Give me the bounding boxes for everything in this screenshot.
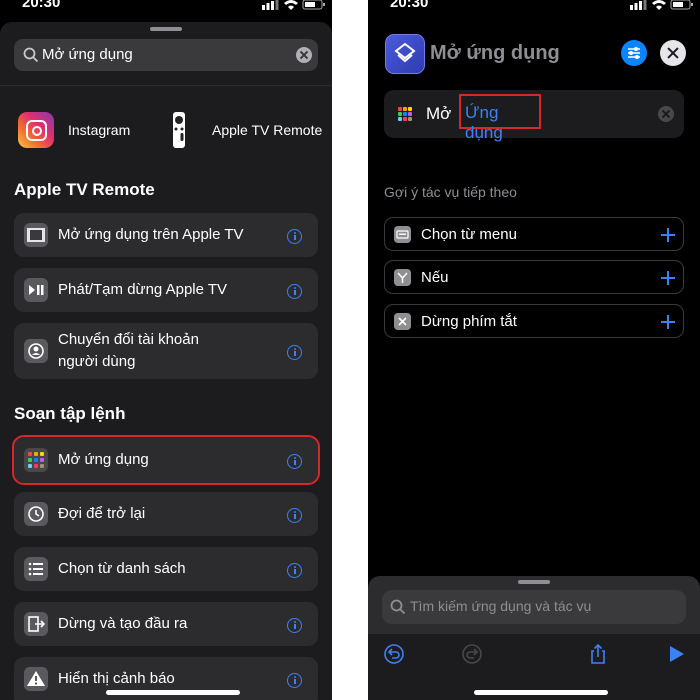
suggestion-label: Dừng phím tắt xyxy=(421,313,517,330)
redo-icon[interactable] xyxy=(460,642,484,666)
action-label: Mở ứng dụng xyxy=(58,451,149,468)
action-label-line2: người dùng xyxy=(58,353,136,370)
tv-screen-icon xyxy=(24,223,48,247)
info-icon[interactable] xyxy=(287,673,302,688)
search-placeholder[interactable]: Tìm kiếm ứng dụng và tác vụ xyxy=(410,598,591,614)
clear-search-icon[interactable] xyxy=(296,47,312,63)
remove-action-icon[interactable] xyxy=(658,106,674,122)
search-field[interactable]: Mở ứng dụng xyxy=(14,39,318,71)
action-label: Chọn từ danh sách xyxy=(58,560,186,577)
app-parameter-label[interactable]: Ứng dụng xyxy=(465,103,539,143)
search-icon xyxy=(23,47,39,63)
warning-icon xyxy=(24,667,48,691)
status-icons xyxy=(630,0,693,10)
info-icon[interactable] xyxy=(287,284,302,299)
left-screen: 20:30 Mở ứng dụng Instagram Apple TV Rem… xyxy=(0,0,332,700)
instagram-icon[interactable] xyxy=(18,112,54,148)
apple-tv-remote-icon[interactable] xyxy=(171,112,187,148)
undo-icon[interactable] xyxy=(382,642,406,666)
sheet-grabber[interactable] xyxy=(150,27,182,31)
suggestion-choose-from-menu[interactable]: Chọn từ menu xyxy=(384,217,684,251)
suggestion-if[interactable]: Nếu xyxy=(384,260,684,294)
user-switch-icon xyxy=(24,339,48,363)
info-icon[interactable] xyxy=(287,345,302,360)
shortcut-icon[interactable] xyxy=(385,34,425,74)
action-choose-from-list[interactable]: Chọn từ danh sách xyxy=(14,547,318,591)
add-icon[interactable] xyxy=(661,228,675,242)
home-indicator[interactable] xyxy=(474,690,608,695)
wait-clock-icon xyxy=(24,502,48,526)
open-app-action-block[interactable]: Mở Ứng dụng xyxy=(384,90,684,142)
search-icon xyxy=(390,599,406,615)
stop-x-icon xyxy=(394,313,411,330)
app-parameter[interactable]: Ứng dụng xyxy=(459,94,541,142)
info-icon[interactable] xyxy=(287,508,302,523)
panel-grabber[interactable] xyxy=(518,580,550,584)
info-icon[interactable] xyxy=(287,563,302,578)
settings-button[interactable] xyxy=(621,40,647,66)
menu-icon xyxy=(394,226,411,243)
action-label: Dừng và tạo đầu ra xyxy=(58,615,188,632)
right-screen: 20:30 Mở ứng dụng Mở Ứng dụng Gợi ý tác … xyxy=(368,0,700,700)
info-icon[interactable] xyxy=(287,454,302,469)
info-icon[interactable] xyxy=(287,618,302,633)
suggestion-label: Nếu xyxy=(421,269,449,286)
section-title-scripting: Soạn tập lệnh xyxy=(14,404,126,423)
action-play-pause-apple-tv[interactable]: Phát/Tạm dừng Apple TV xyxy=(14,268,318,312)
search-field[interactable]: Tìm kiếm ứng dụng và tác vụ xyxy=(382,590,686,624)
branch-icon xyxy=(394,269,411,286)
app-grid-icon xyxy=(24,448,48,472)
section-title-apple-tv-remote: Apple TV Remote xyxy=(14,180,155,199)
play-pause-icon xyxy=(24,278,48,302)
suggestion-label: Chọn từ menu xyxy=(421,226,517,243)
sliders-icon xyxy=(628,47,640,59)
action-open-app[interactable]: Mở ứng dụng xyxy=(12,435,320,485)
action-switch-user-account[interactable]: Chuyển đổi tài khoản người dùng xyxy=(14,323,318,379)
action-wait-to-return[interactable]: Đợi để trở lại xyxy=(14,492,318,536)
info-icon[interactable] xyxy=(287,229,302,244)
action-search-panel: Tìm kiếm ứng dụng và tác vụ xyxy=(368,576,700,700)
play-icon[interactable] xyxy=(664,642,688,666)
app-instagram-label[interactable]: Instagram xyxy=(68,122,130,138)
exit-output-icon xyxy=(24,612,48,636)
app-grid-icon xyxy=(398,107,412,121)
layers-icon xyxy=(394,42,416,63)
action-stop-and-output[interactable]: Dừng và tạo đầu ra xyxy=(14,602,318,646)
status-icons xyxy=(262,0,325,10)
app-apple-tv-remote-label[interactable]: Apple TV Remote xyxy=(212,122,322,138)
suggestions-title: Gợi ý tác vụ tiếp theo xyxy=(384,184,517,200)
status-bar: 20:30 xyxy=(0,0,332,14)
action-open-app-on-apple-tv[interactable]: Mở ứng dụng trên Apple TV xyxy=(14,213,318,257)
add-icon[interactable] xyxy=(661,271,675,285)
add-icon[interactable] xyxy=(661,315,675,329)
close-button[interactable] xyxy=(660,40,686,66)
search-input[interactable]: Mở ứng dụng xyxy=(42,46,133,63)
actions-sheet: Mở ứng dụng Instagram Apple TV Remote Ap… xyxy=(0,22,332,700)
share-icon[interactable] xyxy=(586,642,610,666)
action-label-line1: Chuyển đổi tài khoản xyxy=(58,331,199,348)
home-indicator[interactable] xyxy=(106,690,240,695)
shortcut-title[interactable]: Mở ứng dụng xyxy=(430,42,560,65)
action-label: Phát/Tạm dừng Apple TV xyxy=(58,281,228,298)
status-time: 20:30 xyxy=(22,0,61,11)
action-label: Hiển thị cảnh báo xyxy=(58,670,175,687)
status-time: 20:30 xyxy=(390,0,429,11)
status-bar: 20:30 xyxy=(368,0,700,14)
action-label: Mở ứng dụng trên Apple TV xyxy=(58,226,244,243)
action-label: Đợi để trở lại xyxy=(58,505,146,522)
list-icon xyxy=(24,557,48,581)
suggestion-stop-shortcut[interactable]: Dừng phím tắt xyxy=(384,304,684,338)
action-verb: Mở xyxy=(426,104,452,123)
divider xyxy=(0,85,332,86)
